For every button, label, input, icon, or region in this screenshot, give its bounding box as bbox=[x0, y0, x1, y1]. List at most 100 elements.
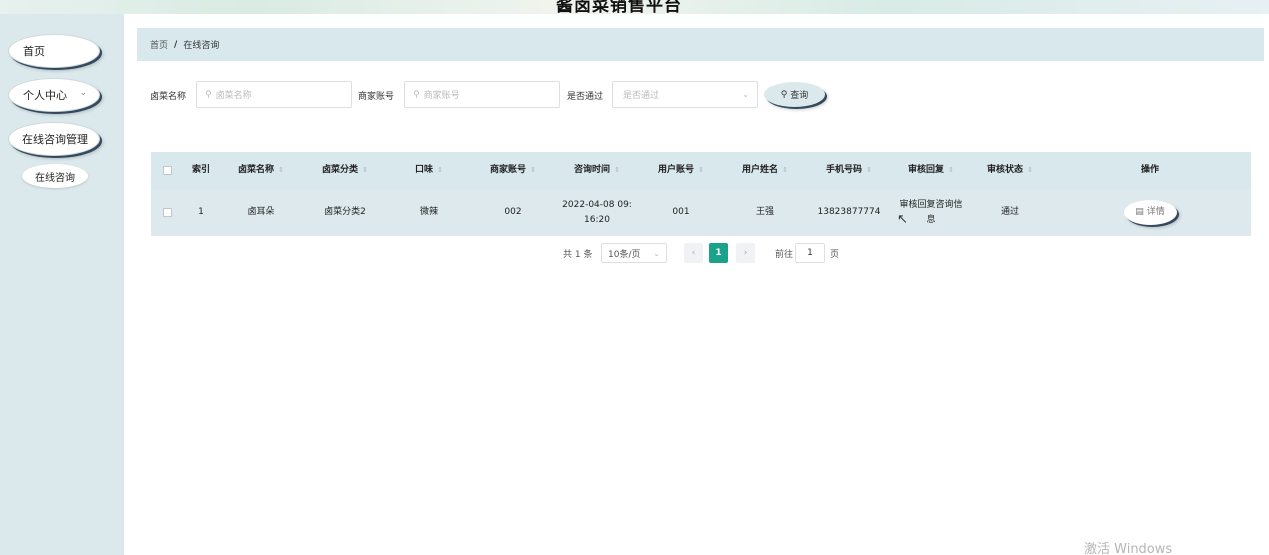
prev-page-button[interactable]: ‹ bbox=[684, 243, 703, 263]
sort-icon[interactable]: ⇕ bbox=[614, 163, 620, 178]
sort-icon[interactable]: ⇕ bbox=[1027, 163, 1033, 178]
cell-index: 1 bbox=[198, 207, 204, 217]
chevron-down-icon: ⌄ bbox=[742, 90, 749, 99]
passed-placeholder: 是否通过 bbox=[623, 91, 660, 101]
sidebar-item-consult-manage[interactable]: 在线咨询管理 bbox=[8, 122, 100, 156]
checkbox-box bbox=[162, 208, 172, 217]
col-action: 操作 bbox=[1049, 152, 1251, 189]
col-index: 索引 bbox=[183, 152, 219, 189]
sidebar-item-label: 首页 bbox=[23, 45, 45, 58]
sort-icon[interactable]: ⇕ bbox=[948, 163, 954, 178]
col-status[interactable]: 审核状态 ⇕ bbox=[971, 152, 1049, 189]
search-icon: ⚲ bbox=[205, 89, 212, 100]
sidebar-item-home[interactable]: 首页 bbox=[8, 34, 100, 68]
merchant-placeholder: 商家账号 bbox=[423, 91, 460, 101]
consult-table: 索引 卤菜名称 ⇕ 卤菜分类 ⇕ 口味 ⇕ 商家账号 ⇕ 咨询时间 ⇕ 用户账号 ⇕ 用户姓… bbox=[151, 152, 1251, 236]
cell-phone: 13823877774 bbox=[817, 207, 881, 217]
sort-icon[interactable]: ⇕ bbox=[278, 163, 284, 178]
query-button[interactable]: ⚲ 查询 bbox=[764, 82, 825, 107]
col-category[interactable]: 卤菜分类 ⇕ bbox=[303, 152, 387, 189]
merchant-label: 商家账号 bbox=[358, 92, 395, 102]
goto-page-input[interactable]: 1 bbox=[795, 243, 825, 263]
sidebar-item-label: 在线咨询管理 bbox=[22, 133, 88, 146]
app-title: 酱卤菜销售平台 bbox=[556, 0, 682, 14]
cell-flavor: 微辣 bbox=[419, 207, 438, 217]
col-user-name[interactable]: 用户姓名 ⇕ bbox=[723, 152, 807, 189]
col-reply-label: 审核回复 bbox=[908, 165, 945, 175]
col-user-name-label: 用户姓名 bbox=[742, 165, 779, 175]
col-time-label: 咨询时间 bbox=[574, 165, 611, 175]
name-search-input[interactable]: ⚲ 卤菜名称 bbox=[196, 81, 352, 108]
col-name[interactable]: 卤菜名称 ⇕ bbox=[219, 152, 303, 189]
checkbox-box bbox=[162, 166, 172, 175]
goto-label: 前往 bbox=[775, 249, 794, 260]
table-row: 1 卤耳朵 卤菜分类2 微辣 002 2022-04-08 09: 16:20 … bbox=[151, 189, 1251, 236]
chevron-down-icon: ⌄ bbox=[653, 248, 660, 258]
sort-icon[interactable]: ⇕ bbox=[437, 163, 443, 178]
pagination: 共 1 条 10条/页 ⌄ ‹ 1 › 前往 1 页 bbox=[563, 243, 863, 263]
sidebar: 首页 个人中心 ⌄ 在线咨询管理 在线咨询 bbox=[0, 14, 124, 555]
page-size-select[interactable]: 10条/页 ⌄ bbox=[601, 243, 667, 263]
col-flavor[interactable]: 口味 ⇕ bbox=[387, 152, 471, 189]
passed-select[interactable]: 是否通过 ⌄ bbox=[612, 81, 758, 108]
col-category-label: 卤菜分类 bbox=[322, 165, 359, 175]
search-icon: ⚲ bbox=[780, 89, 788, 100]
col-phone[interactable]: 手机号码 ⇕ bbox=[807, 152, 891, 189]
cell-category: 卤菜分类2 bbox=[324, 207, 366, 217]
col-time[interactable]: 咨询时间 ⇕ bbox=[555, 152, 639, 189]
col-status-label: 审核状态 bbox=[987, 165, 1024, 175]
sort-icon[interactable]: ⇕ bbox=[698, 163, 704, 178]
col-reply[interactable]: 审核回复 ⇕ bbox=[891, 152, 971, 189]
page-size-value: 10条/页 bbox=[608, 249, 641, 260]
col-action-label: 操作 bbox=[1140, 165, 1159, 175]
pagination-total: 共 1 条 bbox=[563, 249, 593, 260]
cell-reply-line1: 审核回复咨询信 bbox=[899, 199, 963, 210]
col-user-account[interactable]: 用户账号 ⇕ bbox=[639, 152, 723, 189]
submenu-item-label: 在线咨询 bbox=[35, 172, 75, 184]
search-form: 卤菜名称 ⚲ 卤菜名称 商家账号 ⚲ 商家账号 是否通过 是否通过 ⌄ ⚲ 查询 bbox=[150, 81, 850, 108]
cell-merchant: 002 bbox=[504, 207, 522, 217]
col-merchant-label: 商家账号 bbox=[490, 165, 527, 175]
name-placeholder: 卤菜名称 bbox=[215, 91, 252, 101]
top-banner: 酱卤菜销售平台 bbox=[0, 0, 1269, 14]
sidebar-item-label: 个人中心 bbox=[23, 89, 67, 102]
page-number-1[interactable]: 1 bbox=[709, 243, 728, 263]
col-user-account-label: 用户账号 bbox=[658, 165, 695, 175]
sort-icon[interactable]: ⇕ bbox=[866, 163, 872, 178]
query-button-label: 查询 bbox=[790, 91, 809, 101]
breadcrumb: 首页 / 在线咨询 bbox=[137, 28, 1264, 61]
next-page-button[interactable]: › bbox=[736, 243, 755, 263]
sort-icon[interactable]: ⇕ bbox=[782, 163, 788, 178]
passed-label: 是否通过 bbox=[567, 92, 604, 102]
col-name-label: 卤菜名称 bbox=[238, 165, 275, 175]
cell-time-line2: 16:20 bbox=[584, 214, 610, 225]
submenu-item-online-consult[interactable]: 在线咨询 bbox=[22, 164, 88, 188]
cell-action: ▤ 详情 bbox=[1049, 189, 1251, 236]
cell-status: 通过 bbox=[1000, 207, 1019, 217]
cell-time: 2022-04-08 09: 16:20 bbox=[555, 189, 639, 236]
cell-user-account: 001 bbox=[672, 207, 690, 217]
search-icon: ⚲ bbox=[413, 89, 420, 100]
breadcrumb-home[interactable]: 首页 bbox=[150, 38, 168, 51]
detail-button[interactable]: ▤ 详情 bbox=[1123, 200, 1177, 225]
name-label: 卤菜名称 bbox=[150, 92, 187, 102]
sort-icon[interactable]: ⇕ bbox=[530, 163, 536, 178]
page-unit-label: 页 bbox=[830, 249, 840, 260]
chevron-left-icon: ‹ bbox=[691, 248, 696, 258]
col-flavor-label: 口味 bbox=[415, 165, 434, 175]
col-index-label: 索引 bbox=[191, 165, 210, 175]
col-merchant[interactable]: 商家账号 ⇕ bbox=[471, 152, 555, 189]
sort-icon[interactable]: ⇕ bbox=[362, 163, 368, 178]
breadcrumb-current: 在线咨询 bbox=[183, 41, 220, 51]
sidebar-item-personal-center[interactable]: 个人中心 ⌄ bbox=[8, 78, 100, 112]
chevron-right-icon: › bbox=[743, 248, 748, 258]
merchant-search-input[interactable]: ⚲ 商家账号 bbox=[404, 81, 560, 108]
cell-reply-line2: 息 bbox=[926, 214, 936, 225]
detail-button-label: 详情 bbox=[1146, 207, 1165, 217]
windows-watermark: 激活 Windows bbox=[1084, 542, 1173, 555]
chevron-down-icon: ⌄ bbox=[79, 88, 87, 98]
breadcrumb-separator: / bbox=[174, 39, 178, 50]
col-phone-label: 手机号码 bbox=[826, 165, 863, 175]
row-checkbox[interactable] bbox=[151, 189, 183, 236]
select-all-checkbox[interactable] bbox=[151, 152, 183, 189]
